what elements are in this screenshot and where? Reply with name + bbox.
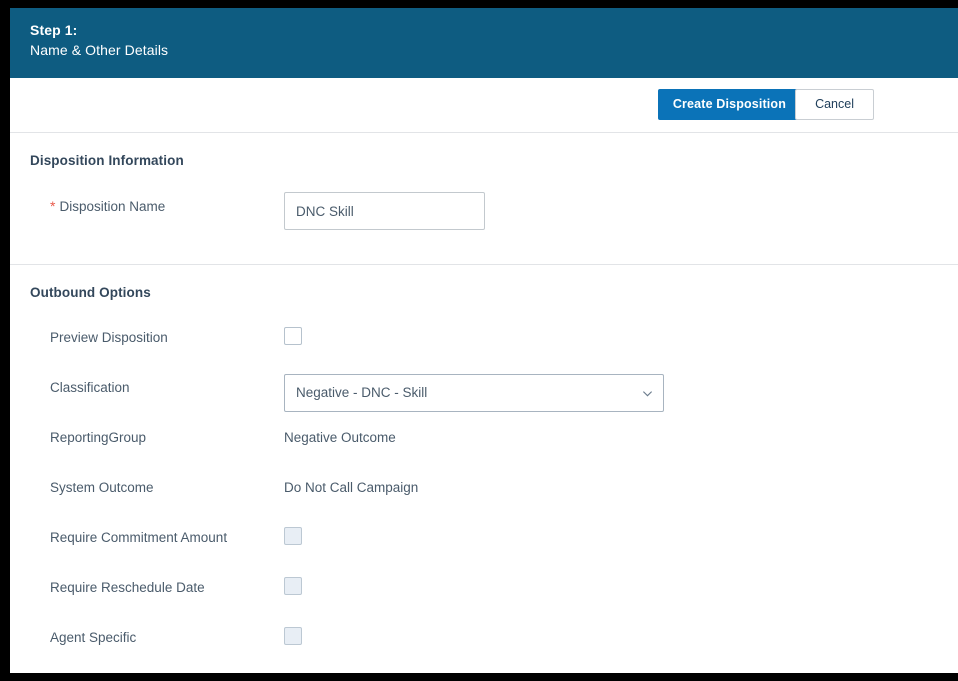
classification-select-value[interactable]: Negative - DNC - Skill	[284, 374, 664, 412]
field-control-require-commitment-amount	[260, 524, 958, 545]
field-control-reporting-group: Negative Outcome	[284, 424, 958, 448]
field-row-system-outcome: System Outcome Do Not Call Campaign	[10, 474, 958, 524]
app-viewport: Step 1: Name & Other Details Create Disp…	[10, 8, 958, 673]
field-control-disposition-name	[284, 192, 958, 230]
field-control-agent-specific	[284, 624, 958, 645]
field-control-preview-disposition	[284, 324, 958, 345]
section-outbound-options: Outbound Options Preview Disposition Cla…	[10, 265, 958, 673]
field-row-preview-disposition: Preview Disposition	[10, 324, 958, 374]
field-row-require-reschedule-date: Require Reschedule Date	[10, 574, 958, 624]
reporting-group-value: Negative Outcome	[284, 430, 396, 445]
required-marker-icon: *	[50, 198, 56, 214]
field-label-preview-disposition: Preview Disposition	[50, 330, 168, 345]
field-row-agent-specific: Agent Specific	[10, 624, 958, 673]
screen-frame: Step 1: Name & Other Details Create Disp…	[0, 0, 958, 681]
step-header: Step 1: Name & Other Details	[10, 8, 958, 78]
system-outcome-value: Do Not Call Campaign	[284, 480, 419, 495]
field-control-classification: Negative - DNC - Skill	[284, 374, 958, 412]
field-row-disposition-name: * Disposition Name	[10, 192, 958, 242]
section-disposition-information: Disposition Information * Disposition Nam…	[10, 133, 958, 265]
agent-specific-checkbox[interactable]	[284, 627, 302, 645]
classification-select[interactable]: Negative - DNC - Skill	[284, 374, 664, 412]
action-bar: Create Disposition Cancel	[10, 78, 958, 133]
cancel-button[interactable]: Cancel	[795, 89, 874, 120]
field-row-classification: Classification Negative - DNC - Skill	[10, 374, 958, 424]
disposition-name-input[interactable]	[284, 192, 485, 230]
field-control-system-outcome: Do Not Call Campaign	[284, 474, 958, 498]
field-label-system-outcome: System Outcome	[50, 480, 154, 495]
section-title-outbound-options: Outbound Options	[30, 285, 151, 300]
require-reschedule-date-checkbox[interactable]	[284, 577, 302, 595]
field-label-agent-specific: Agent Specific	[50, 630, 137, 645]
field-label-reporting-group: ReportingGroup	[50, 430, 147, 445]
create-disposition-button[interactable]: Create Disposition	[657, 89, 801, 120]
step-title: Name & Other Details	[30, 42, 169, 59]
field-label-require-reschedule-date: Require Reschedule Date	[50, 580, 205, 595]
field-row-reporting-group: ReportingGroup Negative Outcome	[10, 424, 958, 474]
field-label-classification: Classification	[50, 380, 130, 395]
step-number: Step 1:	[30, 22, 78, 38]
section-title-disposition-information: Disposition Information	[30, 153, 184, 168]
field-label-text: Disposition Name	[59, 199, 166, 214]
field-label-require-commitment-amount: Require Commitment Amount	[50, 530, 228, 545]
require-commitment-amount-checkbox[interactable]	[284, 527, 302, 545]
field-label-disposition-name: * Disposition Name	[50, 192, 284, 217]
preview-disposition-checkbox[interactable]	[284, 327, 302, 345]
field-row-require-commitment-amount: Require Commitment Amount	[10, 524, 958, 574]
field-control-require-reschedule-date	[284, 574, 958, 595]
